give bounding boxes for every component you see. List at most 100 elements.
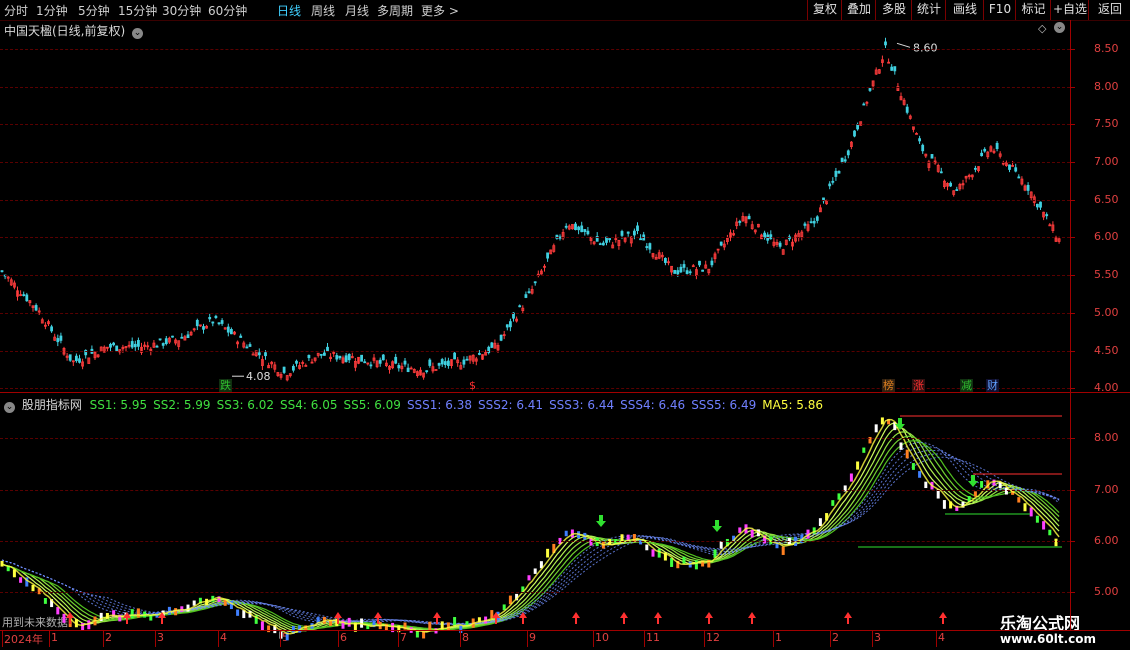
indicator-bar [874, 424, 878, 433]
indicator-y-tick [1070, 438, 1075, 440]
event-tag[interactable]: 涨 [912, 379, 925, 392]
price-candle [921, 144, 925, 152]
price-candle [939, 171, 943, 174]
price-candle [477, 353, 481, 355]
indicator-gridline [0, 540, 1070, 542]
price-candle [949, 182, 952, 187]
date-tick [644, 630, 645, 647]
price-candle [360, 354, 364, 362]
indicator-bar [564, 530, 568, 537]
indicator-bar [818, 518, 822, 527]
indicator-bar [973, 491, 977, 497]
indicator-bar [849, 473, 853, 482]
main-y-tick [1070, 275, 1075, 277]
indicator-bar [192, 600, 196, 606]
indicator-bar [670, 557, 674, 567]
indicator-bar [862, 447, 866, 453]
sell-arrow-icon [968, 475, 978, 487]
indicator-bar [130, 609, 134, 619]
price-candle [983, 148, 987, 152]
price-candle [245, 346, 249, 349]
indicator-bar [992, 479, 996, 486]
date-tick [398, 630, 399, 647]
indicator-gridline [0, 438, 1070, 440]
price-candle [378, 359, 382, 364]
indicator-bar [843, 485, 847, 492]
xaxis-divider [0, 630, 1130, 631]
price-candle [490, 342, 494, 348]
price-candle [406, 367, 410, 372]
main-gridline [0, 199, 1070, 201]
price-candle [710, 260, 714, 266]
indicator-bar [651, 549, 655, 557]
price-candle [251, 353, 255, 356]
main-gridline [0, 388, 1070, 390]
price-candle [719, 241, 723, 246]
price-candle [130, 341, 134, 348]
indicator-bar [657, 548, 661, 558]
ss-ribbon-line [1, 431, 1060, 631]
price-candle [34, 305, 38, 311]
price-candle [180, 336, 184, 339]
indicator-bar [1029, 507, 1033, 517]
price-candle [462, 359, 466, 365]
price-candle [248, 344, 252, 347]
price-candle [217, 322, 221, 325]
price-candle [868, 88, 872, 91]
buy-arrow-icon [123, 612, 131, 624]
price-candle [586, 230, 590, 235]
price-candle [803, 223, 807, 226]
main-gridline [0, 350, 1070, 352]
price-candle [394, 356, 398, 364]
price-candle [546, 252, 549, 259]
price-candle [211, 321, 215, 324]
main-y-tick [1070, 48, 1075, 50]
indicator-bar [347, 617, 351, 627]
indicator-bar [837, 493, 841, 500]
price-candle [639, 238, 642, 241]
indicator-bar [781, 546, 785, 555]
date-tick [103, 630, 104, 647]
buy-arrow-icon [654, 612, 662, 624]
indicator-bar [167, 606, 171, 615]
price-candle [1017, 176, 1021, 179]
indicator-bar [682, 556, 686, 564]
event-tag[interactable]: 财 [986, 379, 999, 392]
indicator-bar [738, 527, 742, 533]
price-candle [195, 319, 199, 327]
price-candle [171, 335, 174, 338]
price-candle [499, 334, 503, 341]
price-candle [633, 230, 636, 236]
price-candle [533, 281, 537, 284]
event-tag[interactable]: 减 [960, 379, 973, 392]
main-y-tick [1070, 350, 1075, 352]
main-gridline [0, 312, 1070, 314]
price-candle [862, 103, 866, 106]
indicator-bar [918, 471, 922, 478]
price-candle [955, 189, 959, 192]
main-y-tick [1070, 161, 1075, 163]
price-candle [580, 225, 584, 233]
indicator-gridline [0, 592, 1070, 594]
indicator-bar [267, 625, 271, 633]
event-tag[interactable]: 跌 [219, 379, 232, 392]
price-candle [25, 294, 29, 302]
indicator-bar [186, 604, 190, 612]
price-candle [338, 355, 342, 359]
price-candle [828, 183, 832, 187]
indicator-bar [911, 463, 915, 470]
date-tick [593, 630, 594, 647]
event-tag[interactable]: $ [468, 379, 477, 392]
event-tag[interactable]: 榜 [882, 379, 895, 392]
buy-arrow-icon [939, 612, 947, 624]
main-y-tick [1070, 237, 1075, 239]
price-candle [381, 354, 385, 361]
ss-ribbon-line [1, 435, 1060, 631]
indicator-bar [1017, 497, 1021, 503]
price-candle [846, 150, 850, 156]
price-candle [319, 353, 323, 356]
date-tick [280, 630, 281, 647]
price-candle [295, 360, 298, 364]
indicator-bar [694, 560, 698, 570]
price-candle [602, 242, 605, 246]
